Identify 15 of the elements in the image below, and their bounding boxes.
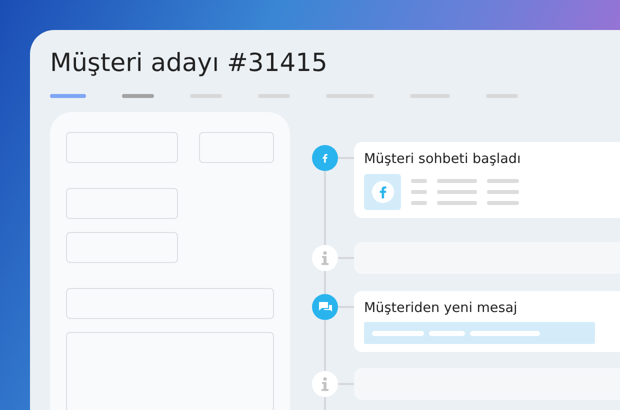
input-field[interactable] — [199, 132, 274, 163]
tab[interactable] — [50, 94, 86, 98]
page-title: Müşteri adayı #31415 — [50, 48, 328, 77]
input-field[interactable] — [66, 232, 178, 263]
text-area[interactable] — [66, 332, 274, 410]
event-title: Müşteriden yeni mesaj — [364, 300, 518, 316]
info-icon — [321, 251, 329, 265]
input-field[interactable] — [66, 188, 178, 219]
tab[interactable] — [122, 94, 154, 98]
input-field[interactable] — [66, 132, 178, 163]
facebook-icon — [372, 181, 394, 203]
chat-icon — [318, 300, 332, 314]
input-field[interactable] — [66, 288, 274, 319]
info-icon — [321, 377, 329, 391]
event-title: Müşteri sohbeti başladı — [364, 151, 522, 167]
